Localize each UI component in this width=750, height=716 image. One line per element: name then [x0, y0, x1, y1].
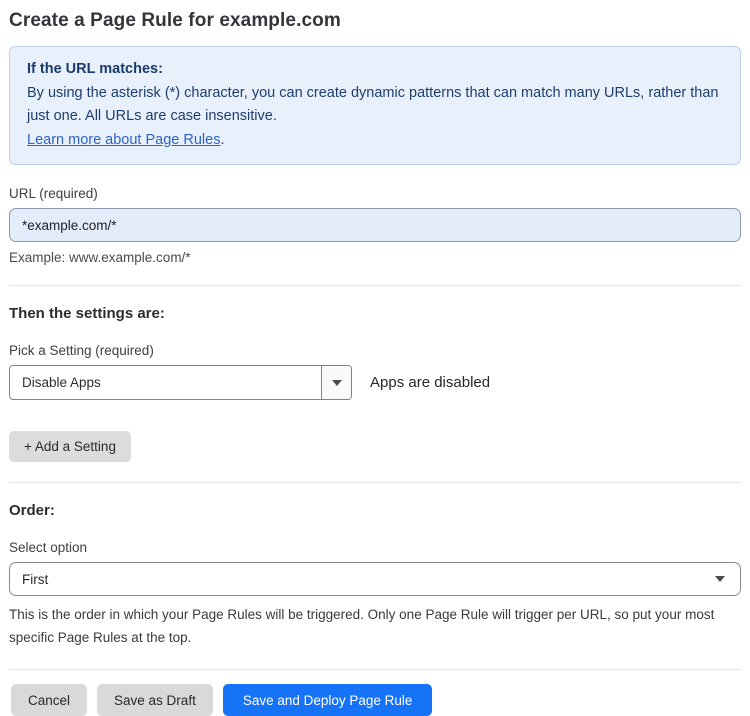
info-box-link-line: Learn more about Page Rules.: [27, 129, 723, 153]
chevron-down-icon: [331, 379, 342, 386]
divider: [9, 669, 741, 670]
divider: [9, 482, 741, 483]
url-example-text: Example: www.example.com/*: [9, 250, 191, 265]
url-match-info-box: If the URL matches: By using the asteris…: [9, 46, 741, 165]
order-section-heading: Order:: [9, 502, 55, 519]
chevron-down-icon: [715, 576, 725, 582]
order-select[interactable]: First: [9, 562, 741, 596]
url-field-label: URL (required): [9, 186, 98, 201]
learn-more-link[interactable]: Learn more about Page Rules: [27, 132, 220, 148]
add-setting-button[interactable]: + Add a Setting: [9, 431, 131, 462]
setting-select-arrow-button[interactable]: [321, 366, 351, 399]
setting-row: Disable Apps Apps are disabled: [9, 365, 741, 400]
info-box-body-text: By using the asterisk (*) character, you…: [27, 84, 719, 125]
setting-select[interactable]: Disable Apps: [9, 365, 352, 400]
order-select-value: First: [22, 571, 49, 587]
pick-setting-label: Pick a Setting (required): [9, 343, 154, 358]
setting-status-text: Apps are disabled: [370, 374, 491, 391]
setting-select-value: Disable Apps: [22, 375, 101, 390]
divider: [9, 285, 741, 286]
page-title: Create a Page Rule for example.com: [9, 10, 341, 31]
link-period: .: [220, 131, 225, 148]
settings-section-heading: Then the settings are:: [9, 305, 165, 322]
url-input[interactable]: [9, 208, 741, 242]
info-box-body: By using the asterisk (*) character, you…: [27, 82, 723, 129]
order-select-label: Select option: [9, 540, 88, 555]
info-box-heading: If the URL matches:: [27, 61, 163, 77]
order-help-text: This is the order in which your Page Rul…: [9, 607, 715, 645]
